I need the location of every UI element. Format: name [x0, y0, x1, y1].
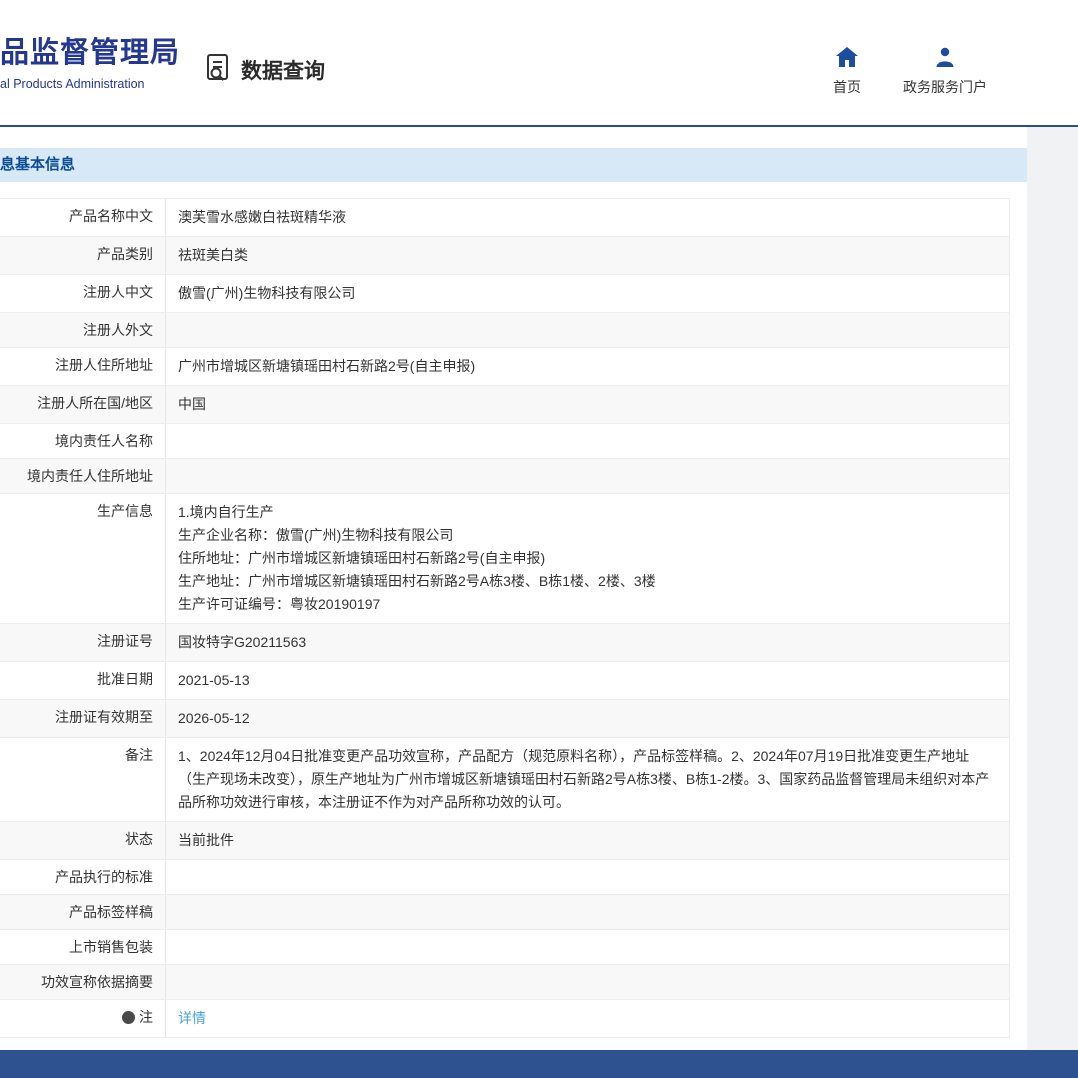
page-footer [0, 1050, 1078, 1078]
row-value: 2021-05-13 [165, 662, 1009, 699]
row-value: 祛斑美白类 [165, 237, 1009, 274]
row-value [165, 930, 1009, 964]
table-row: 境内责任人住所地址 [0, 459, 1009, 494]
row-label: 生产信息 [0, 494, 165, 623]
table-row: 产品类别祛斑美白类 [0, 237, 1009, 275]
table-row: 注册人外文 [0, 313, 1009, 348]
section-header: 息基本信息 [0, 148, 1027, 182]
home-icon [836, 46, 858, 68]
nav-home-label: 首页 [833, 77, 861, 97]
table-row: 境内责任人名称 [0, 424, 1009, 459]
table-row: 产品名称中文澳芙雪水感嫩白祛斑精华液 [0, 199, 1009, 237]
site-logo: 品监督管理局 al Products Administration [0, 36, 180, 91]
row-label: 注册证有效期至 [0, 700, 165, 737]
data-query-label: 数据查询 [241, 55, 325, 85]
table-row: 注册人住所地址广州市增城区新塘镇瑶田村石新路2号(自主申报) [0, 348, 1009, 386]
table-row: 产品标签样稿 [0, 895, 1009, 930]
content-card: 息基本信息 产品名称中文澳芙雪水感嫩白祛斑精华液产品类别祛斑美白类注册人中文傲雪… [0, 127, 1027, 1052]
row-value: 2026-05-12 [165, 700, 1009, 737]
nav-portal[interactable]: 政务服务门户 [903, 46, 987, 97]
document-search-icon [203, 52, 233, 87]
note-icon [122, 1011, 135, 1024]
info-table: 产品名称中文澳芙雪水感嫩白祛斑精华液产品类别祛斑美白类注册人中文傲雪(广州)生物… [0, 198, 1010, 1038]
row-value [165, 424, 1009, 458]
row-label: 注册证号 [0, 624, 165, 661]
row-label: 产品标签样稿 [0, 895, 165, 929]
nav-home[interactable]: 首页 [833, 46, 861, 97]
main-area: 息基本信息 产品名称中文澳芙雪水感嫩白祛斑精华液产品类别祛斑美白类注册人中文傲雪… [0, 127, 1078, 1050]
row-value [165, 459, 1009, 493]
table-row: 注册证号国妆特字G20211563 [0, 624, 1009, 662]
row-label: 注册人外文 [0, 313, 165, 347]
table-row: 状态当前批件 [0, 822, 1009, 860]
table-row: 注册人中文傲雪(广州)生物科技有限公司 [0, 275, 1009, 313]
table-row: 注册人所在国/地区中国 [0, 386, 1009, 424]
table-row: 功效宣称依据摘要 [0, 965, 1009, 1000]
row-label: 注 [0, 1000, 165, 1037]
table-row: 注册证有效期至2026-05-12 [0, 700, 1009, 738]
section-title: 息基本信息 [0, 156, 75, 173]
row-label: 产品类别 [0, 237, 165, 274]
table-row: 批准日期2021-05-13 [0, 662, 1009, 700]
row-label: 境内责任人名称 [0, 424, 165, 458]
logo-subtitle: al Products Administration [0, 77, 180, 91]
row-value: 澳芙雪水感嫩白祛斑精华液 [165, 199, 1009, 236]
table-row: 备注1、2024年12月04日批准变更产品功效宣称，产品配方（规范原料名称），产… [0, 738, 1009, 822]
table-row: 注详情 [0, 1000, 1009, 1038]
row-label: 备注 [0, 738, 165, 821]
row-label: 状态 [0, 822, 165, 859]
row-value: 广州市增城区新塘镇瑶田村石新路2号(自主申报) [165, 348, 1009, 385]
row-label: 产品执行的标准 [0, 860, 165, 894]
logo-title: 品监督管理局 [0, 36, 180, 70]
top-nav: 首页 政务服务门户 [833, 46, 987, 97]
row-label: 注册人住所地址 [0, 348, 165, 385]
row-label: 上市销售包装 [0, 930, 165, 964]
row-label: 注册人中文 [0, 275, 165, 312]
row-label: 产品名称中文 [0, 199, 165, 236]
row-value [165, 313, 1009, 347]
row-value [165, 860, 1009, 894]
nav-portal-label: 政务服务门户 [903, 77, 987, 97]
row-label: 境内责任人住所地址 [0, 459, 165, 493]
row-value [165, 895, 1009, 929]
detail-link[interactable]: 详情 [178, 1010, 206, 1026]
page: 品监督管理局 al Products Administration 数据查询 [0, 0, 1078, 1078]
table-row: 上市销售包装 [0, 930, 1009, 965]
row-value [165, 965, 1009, 999]
row-value: 中国 [165, 386, 1009, 423]
row-label: 批准日期 [0, 662, 165, 699]
site-header: 品监督管理局 al Products Administration 数据查询 [0, 0, 1078, 125]
row-value: 1.境内自行生产 生产企业名称：傲雪(广州)生物科技有限公司 住所地址：广州市增… [165, 494, 1009, 623]
user-icon [935, 46, 955, 68]
table-row: 生产信息1.境内自行生产 生产企业名称：傲雪(广州)生物科技有限公司 住所地址：… [0, 494, 1009, 624]
row-label: 注册人所在国/地区 [0, 386, 165, 423]
row-label: 功效宣称依据摘要 [0, 965, 165, 999]
data-query-nav[interactable]: 数据查询 [203, 52, 325, 87]
row-value: 详情 [165, 1000, 1009, 1037]
row-value: 傲雪(广州)生物科技有限公司 [165, 275, 1009, 312]
row-value: 国妆特字G20211563 [165, 624, 1009, 661]
row-value: 1、2024年12月04日批准变更产品功效宣称，产品配方（规范原料名称），产品标… [165, 738, 1009, 821]
table-row: 产品执行的标准 [0, 860, 1009, 895]
row-value: 当前批件 [165, 822, 1009, 859]
